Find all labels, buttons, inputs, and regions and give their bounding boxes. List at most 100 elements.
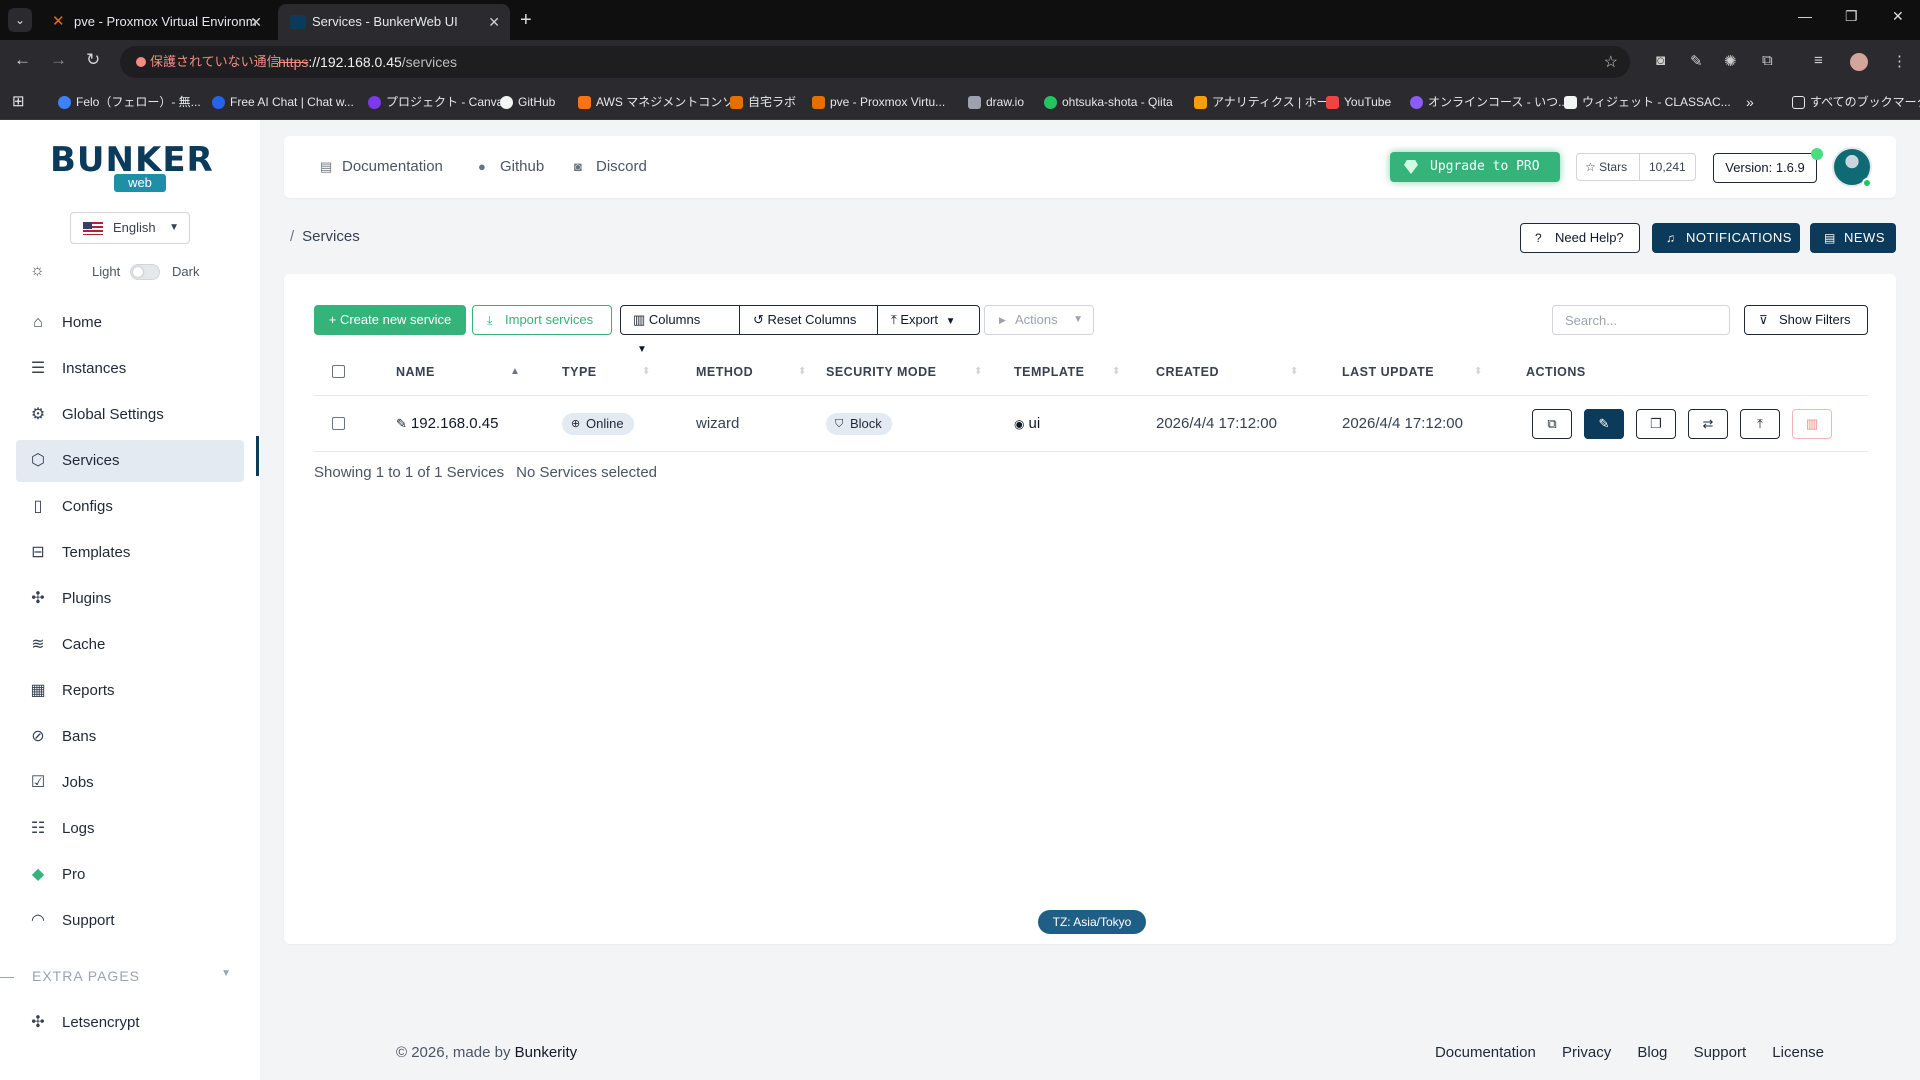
profile-avatar[interactable] bbox=[1850, 53, 1868, 71]
bookmark-canva[interactable]: プロジェクト - Canva bbox=[368, 84, 503, 120]
actions-dropdown[interactable]: ▶ Actions ▼ bbox=[984, 305, 1094, 335]
news-button[interactable]: ▤ NEWS bbox=[1810, 223, 1896, 253]
bookmark-youtube[interactable]: YouTube bbox=[1326, 84, 1391, 120]
close-tab-icon[interactable]: ✕ bbox=[488, 4, 500, 40]
sidebar-item-bans[interactable]: ⊘ Bans bbox=[16, 716, 244, 758]
show-filters-button[interactable]: ⊽ Show Filters bbox=[1744, 305, 1868, 335]
security-warning-chip[interactable]: 保護されていない通信 bbox=[130, 51, 290, 73]
tab-search-button[interactable]: ⌄ bbox=[8, 8, 32, 32]
column-header-security-mode[interactable]: SECURITY MODE bbox=[826, 348, 936, 396]
search-input[interactable] bbox=[1552, 305, 1730, 335]
more-bookmarks-icon[interactable]: » bbox=[1746, 84, 1754, 120]
pen-icon[interactable]: ✎ bbox=[1690, 52, 1703, 70]
sort-icon[interactable]: ⬍ bbox=[642, 348, 650, 396]
sort-icon[interactable]: ⬍ bbox=[1474, 348, 1482, 396]
sort-icon[interactable]: ⬍ bbox=[974, 348, 982, 396]
sidebar-item-plugins[interactable]: ✣ Plugins bbox=[16, 578, 244, 620]
column-header-method[interactable]: METHOD bbox=[696, 348, 753, 396]
sidebar-item-pro[interactable]: ◆ Pro bbox=[16, 854, 244, 896]
sidebar-item-logs[interactable]: ☷ Logs bbox=[16, 808, 244, 850]
close-window-icon[interactable]: ✕ bbox=[1892, 8, 1904, 25]
address-bar[interactable]: 保護されていない通信 https://192.168.0.45/services… bbox=[120, 46, 1630, 78]
sidebar-item-reports[interactable]: ▦ Reports bbox=[16, 670, 244, 712]
footer-blog-link[interactable]: Blog bbox=[1637, 1044, 1667, 1061]
restore-icon[interactable]: ❐ bbox=[1845, 8, 1858, 25]
bunkerweb-logo[interactable]: BUNKER web bbox=[50, 140, 213, 210]
bookmark-home-lab[interactable]: 自宅ラボ bbox=[730, 84, 796, 120]
bookmark-online-course[interactable]: オンラインコース - いつ... bbox=[1410, 84, 1568, 120]
media-icon[interactable]: ≡ bbox=[1814, 52, 1823, 69]
footer-privacy-link[interactable]: Privacy bbox=[1562, 1044, 1611, 1061]
minimize-icon[interactable]: — bbox=[1798, 8, 1812, 24]
clone-service-button[interactable]: ❐ bbox=[1636, 409, 1676, 439]
footer-support-link[interactable]: Support bbox=[1694, 1044, 1747, 1061]
ai-icon[interactable]: ✺ bbox=[1724, 52, 1737, 70]
bookmark-analytics[interactable]: アナリティクス | ホーム bbox=[1194, 84, 1340, 120]
sidebar-item-home[interactable]: ⌂ Home bbox=[16, 302, 244, 344]
columns-button[interactable]: ▥ Columns ▼ bbox=[633, 306, 715, 355]
sort-icon[interactable]: ⬍ bbox=[1290, 348, 1298, 396]
convert-service-button[interactable]: ⇄ bbox=[1688, 409, 1728, 439]
open-service-button[interactable]: ⧉ bbox=[1532, 409, 1572, 439]
sort-asc-icon[interactable]: ▲ bbox=[510, 348, 520, 396]
sidebar-item-configs[interactable]: ▯ Configs bbox=[16, 486, 244, 528]
browser-tab-bunkerweb[interactable]: Services - BunkerWeb UI ✕ bbox=[278, 4, 510, 40]
need-help-button[interactable]: ? Need Help? bbox=[1520, 223, 1640, 253]
export-button[interactable]: ⤒ Export ▼ bbox=[891, 306, 955, 334]
bookmark-widget[interactable]: ウィジェット - CLASSAC... bbox=[1564, 84, 1731, 120]
select-all-checkbox[interactable] bbox=[332, 365, 345, 378]
column-header-name[interactable]: NAME bbox=[396, 348, 435, 396]
notifications-button[interactable]: ♫ NOTIFICATIONS bbox=[1652, 223, 1800, 253]
sidebar-item-instances[interactable]: ☰ Instances bbox=[16, 348, 244, 390]
version-badge[interactable]: Version: 1.6.9 bbox=[1713, 153, 1817, 183]
apps-icon[interactable]: ⊞ bbox=[12, 84, 25, 120]
upgrade-pro-button[interactable]: Upgrade to PRO bbox=[1390, 152, 1560, 182]
edit-service-button[interactable]: ✎ bbox=[1584, 409, 1624, 439]
bookmark-aws[interactable]: AWS マネジメントコンソ... bbox=[578, 84, 744, 120]
close-tab-icon[interactable]: ✕ bbox=[250, 4, 262, 40]
documentation-link[interactable]: ▤ Documentation bbox=[320, 136, 443, 198]
sort-icon[interactable]: ⬍ bbox=[1112, 348, 1120, 396]
reset-columns-button[interactable]: ↺ Reset Columns bbox=[753, 306, 856, 334]
create-service-button[interactable]: + Create new service bbox=[314, 305, 466, 335]
sidebar-item-jobs[interactable]: ☑ Jobs bbox=[16, 762, 244, 804]
bookmark-drawio[interactable]: draw.io bbox=[968, 84, 1024, 120]
import-services-button[interactable]: ⤓ Import services bbox=[472, 305, 612, 335]
camera-icon[interactable]: ◙ bbox=[1656, 52, 1665, 69]
extra-pages-toggle[interactable]: EXTRA PAGES ▼ bbox=[32, 968, 232, 984]
sidebar-item-services[interactable]: ⬡ Services bbox=[16, 440, 244, 482]
github-stars-button[interactable]: ☆ Stars 10,241 bbox=[1576, 153, 1696, 181]
column-header-template[interactable]: TEMPLATE bbox=[1014, 348, 1084, 396]
forward-icon[interactable]: → bbox=[50, 50, 67, 70]
sort-icon[interactable]: ⬍ bbox=[798, 348, 806, 396]
column-header-created[interactable]: CREATED bbox=[1156, 348, 1219, 396]
service-name[interactable]: ✎ 192.168.0.45 bbox=[396, 396, 499, 452]
reload-icon[interactable]: ↻ bbox=[86, 50, 100, 70]
all-bookmarks[interactable]: すべてのブックマーク bbox=[1792, 84, 1920, 120]
sidebar-item-support[interactable]: ◠ Support bbox=[16, 900, 244, 942]
column-header-type[interactable]: TYPE bbox=[562, 348, 597, 396]
extensions-icon[interactable]: ⧉ bbox=[1762, 52, 1773, 69]
sidebar-item-global-settings[interactable]: ⚙ Global Settings bbox=[16, 394, 244, 436]
bookmark-github[interactable]: GitHub bbox=[500, 84, 555, 120]
bookmark-felo[interactable]: Felo（フェロー）- 無... bbox=[58, 84, 201, 120]
back-icon[interactable]: ← bbox=[14, 50, 31, 70]
row-checkbox[interactable] bbox=[332, 417, 345, 430]
sidebar-item-templates[interactable]: ⊟ Templates bbox=[16, 532, 244, 574]
bookmark-qiita[interactable]: ohtsuka-shota - Qiita bbox=[1044, 84, 1173, 120]
bookmark-free-ai-chat[interactable]: Free AI Chat | Chat w... bbox=[212, 84, 354, 120]
kebab-menu-icon[interactable]: ⋮ bbox=[1892, 52, 1907, 70]
bookmark-proxmox[interactable]: pve - Proxmox Virtu... bbox=[812, 84, 945, 120]
discord-link[interactable]: ◙ Discord bbox=[574, 136, 647, 198]
footer-documentation-link[interactable]: Documentation bbox=[1435, 1044, 1536, 1061]
sidebar-item-letsencrypt[interactable]: ✣ Letsencrypt bbox=[16, 1002, 244, 1044]
column-header-last-update[interactable]: LAST UPDATE bbox=[1342, 348, 1434, 396]
new-tab-button[interactable]: + bbox=[520, 8, 532, 32]
bookmark-star-icon[interactable]: ☆ bbox=[1604, 52, 1618, 72]
sidebar-item-cache[interactable]: ≋ Cache bbox=[16, 624, 244, 666]
theme-toggle[interactable] bbox=[130, 264, 160, 280]
browser-tab-proxmox[interactable]: ✕ pve - Proxmox Virtual Environm ✕ bbox=[40, 4, 272, 40]
footer-license-link[interactable]: License bbox=[1772, 1044, 1824, 1061]
delete-service-button[interactable]: ▥ bbox=[1792, 409, 1832, 439]
export-service-button[interactable]: ⤒ bbox=[1740, 409, 1780, 439]
